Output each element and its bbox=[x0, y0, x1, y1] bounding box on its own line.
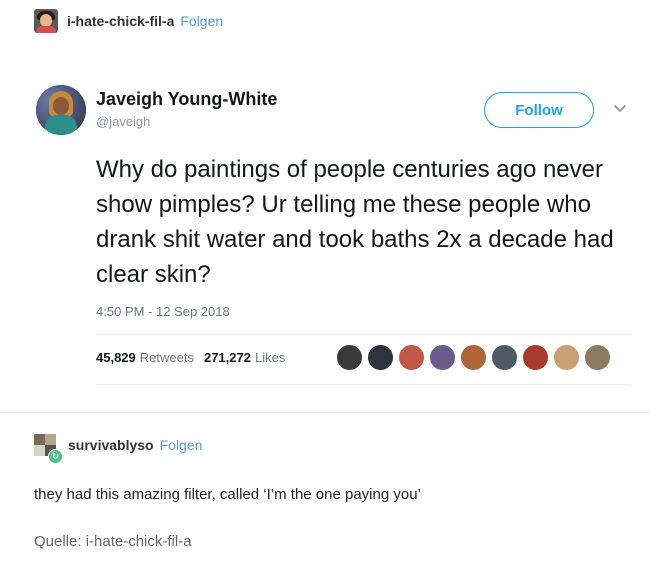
reblog-comment: they had this amazing filter, called ‘I’… bbox=[34, 486, 421, 503]
post-header: i-hate-chick-fil-a Folgen bbox=[34, 6, 223, 36]
chevron-down-icon[interactable] bbox=[612, 100, 628, 116]
likes-count: 271,272 bbox=[203, 350, 251, 365]
embedded-tweet: Javeigh Young-White @javeigh Follow Why … bbox=[36, 76, 636, 396]
divider bbox=[96, 334, 631, 335]
liker-avatar[interactable] bbox=[491, 344, 518, 371]
blog-name[interactable]: i-hate-chick-fil-a bbox=[67, 13, 174, 29]
liker-avatar[interactable] bbox=[367, 344, 394, 371]
liker-avatar[interactable] bbox=[336, 344, 363, 371]
likes-stat[interactable]: 271,272 Likes bbox=[204, 350, 285, 365]
reblogger-avatar[interactable]: ↻ bbox=[34, 434, 63, 464]
source-link[interactable]: Quelle: i-hate-chick-fil-a bbox=[34, 533, 192, 550]
liker-avatar[interactable] bbox=[429, 344, 456, 371]
liker-avatar[interactable] bbox=[522, 344, 549, 371]
liker-avatar[interactable] bbox=[553, 344, 580, 371]
reblog-icon: ↻ bbox=[48, 449, 63, 464]
tweet-text: Why do paintings of people centuries ago… bbox=[96, 156, 614, 288]
tweet-author-name[interactable]: Javeigh Young-White bbox=[96, 89, 277, 110]
liker-avatar[interactable] bbox=[584, 344, 611, 371]
tweet-author-handle[interactable]: @javeigh bbox=[96, 114, 150, 129]
reblogger-name[interactable]: survivablyso bbox=[68, 437, 154, 453]
follow-button[interactable]: Follow bbox=[484, 92, 594, 128]
follow-blog-link[interactable]: Folgen bbox=[180, 13, 223, 29]
tweet-timestamp[interactable]: 4:50 PM - 12 Sep 2018 bbox=[96, 304, 230, 319]
divider bbox=[96, 384, 631, 385]
liker-avatar[interactable] bbox=[398, 344, 425, 371]
tweet-stats: 45,829 Retweets 271,272 Likes bbox=[96, 350, 295, 365]
reblog-header: ↻ survivablyso Folgen bbox=[34, 430, 203, 464]
retweets-label: Retweets bbox=[139, 350, 194, 365]
follow-reblogger-link[interactable]: Folgen bbox=[160, 437, 203, 453]
likers-avatars bbox=[336, 344, 615, 371]
likes-label: Likes bbox=[254, 350, 286, 365]
blog-avatar[interactable] bbox=[34, 9, 58, 33]
tweet-author-avatar[interactable] bbox=[36, 85, 86, 135]
retweets-count: 45,829 bbox=[96, 350, 136, 365]
retweets-stat[interactable]: 45,829 Retweets bbox=[96, 350, 194, 365]
liker-avatar[interactable] bbox=[460, 344, 487, 371]
section-divider bbox=[0, 412, 650, 413]
